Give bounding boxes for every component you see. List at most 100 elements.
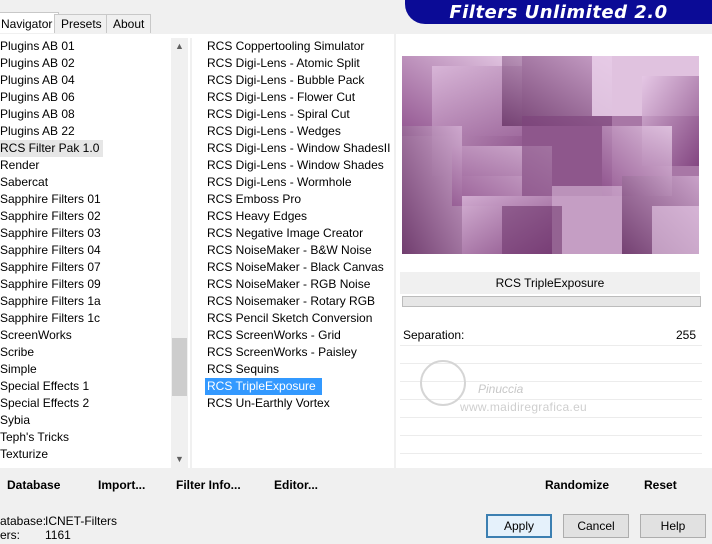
- filter-list: RCS Coppertooling Simulator RCS Digi-Lens…: [205, 38, 390, 412]
- filter-item[interactable]: RCS Digi-Lens - Atomic Split: [205, 55, 390, 72]
- param-divider: [400, 453, 702, 454]
- filter-item[interactable]: RCS Digi-Lens - Window Shades: [205, 157, 390, 174]
- category-item[interactable]: Plugins AB 02: [0, 55, 170, 72]
- category-item[interactable]: Special Effects 1: [0, 378, 170, 395]
- category-item[interactable]: Sapphire Filters 01: [0, 191, 170, 208]
- filter-item[interactable]: RCS Digi-Lens - Spiral Cut: [205, 106, 390, 123]
- category-label: Sybia: [0, 413, 31, 427]
- category-label: Sapphire Filters 07: [0, 260, 101, 274]
- help-button[interactable]: Help: [640, 514, 706, 538]
- category-item[interactable]: ScreenWorks: [0, 327, 170, 344]
- filter-item[interactable]: RCS Digi-Lens - Window ShadesII: [205, 140, 390, 157]
- filter-item[interactable]: RCS NoiseMaker - RGB Noise: [205, 276, 390, 293]
- param-row-separation[interactable]: Separation: 255: [400, 326, 702, 344]
- category-label: Sapphire Filters 01: [0, 192, 101, 206]
- category-item[interactable]: Plugins AB 06: [0, 89, 170, 106]
- reset-button[interactable]: Reset: [644, 478, 677, 492]
- category-item[interactable]: Sapphire Filters 1c: [0, 310, 170, 327]
- filter-item[interactable]: RCS Noisemaker - Rotary RGB: [205, 293, 390, 310]
- filter-item[interactable]: RCS Emboss Pro: [205, 191, 390, 208]
- filter-item[interactable]: RCS Negative Image Creator: [205, 225, 390, 242]
- category-item[interactable]: RCS Filter Pak 1.0: [0, 140, 170, 157]
- category-item[interactable]: Sapphire Filters 04: [0, 242, 170, 259]
- filter-item[interactable]: RCS TripleExposure: [205, 378, 390, 395]
- tab-about[interactable]: About: [106, 14, 152, 33]
- category-scrollbar[interactable]: ▲ ▼: [171, 38, 188, 468]
- category-item[interactable]: Plugins AB 22: [0, 123, 170, 140]
- filter-item[interactable]: RCS ScreenWorks - Paisley: [205, 344, 390, 361]
- category-label: RCS Filter Pak 1.0: [0, 140, 104, 157]
- database-label: atabase:: [0, 514, 47, 528]
- filter-label: RCS Digi-Lens - Wormhole: [207, 175, 352, 189]
- filter-item[interactable]: RCS Heavy Edges: [205, 208, 390, 225]
- filter-label: RCS Noisemaker - Rotary RGB: [207, 294, 376, 308]
- category-item[interactable]: Special Effects 2: [0, 395, 170, 412]
- right-button-bar: Randomize Reset: [401, 470, 707, 498]
- database-value: ICNET-Filters: [45, 514, 117, 528]
- filter-item[interactable]: RCS NoiseMaker - B&W Noise: [205, 242, 390, 259]
- category-item[interactable]: Sapphire Filters 07: [0, 259, 170, 276]
- editor-button[interactable]: Editor...: [274, 478, 318, 492]
- navigator-panel: Plugins AB 01 Plugins AB 02 Plugins AB 04 P…: [0, 34, 394, 468]
- category-item[interactable]: Sapphire Filters 02: [0, 208, 170, 225]
- tab-presets[interactable]: Presets: [54, 14, 109, 33]
- category-item[interactable]: Plugins AB 01: [0, 38, 170, 55]
- category-item[interactable]: Sabercat: [0, 174, 170, 191]
- apply-button[interactable]: Apply: [486, 514, 552, 538]
- category-label: Plugins AB 08: [0, 107, 75, 121]
- filter-label: RCS Digi-Lens - Spiral Cut: [207, 107, 350, 121]
- category-item[interactable]: Sapphire Filters 09: [0, 276, 170, 293]
- import-button[interactable]: Import...: [98, 478, 145, 492]
- cancel-button[interactable]: Cancel: [563, 514, 629, 538]
- category-item[interactable]: Plugins AB 08: [0, 106, 170, 123]
- category-list: Plugins AB 01 Plugins AB 02 Plugins AB 04 P…: [0, 38, 170, 463]
- category-item[interactable]: Plugins AB 04: [0, 72, 170, 89]
- filter-label: RCS NoiseMaker - Black Canvas: [207, 260, 384, 274]
- preview-pattern: [402, 56, 699, 254]
- database-button[interactable]: Database: [7, 478, 60, 492]
- scroll-down-icon[interactable]: ▼: [171, 451, 188, 468]
- tab-navigator[interactable]: Navigator: [0, 12, 60, 33]
- filter-item[interactable]: RCS Sequins: [205, 361, 390, 378]
- filter-item[interactable]: RCS Coppertooling Simulator: [205, 38, 390, 55]
- category-label: ScreenWorks: [0, 328, 72, 342]
- filter-item[interactable]: RCS Digi-Lens - Bubble Pack: [205, 72, 390, 89]
- filter-item[interactable]: RCS Digi-Lens - Wormhole: [205, 174, 390, 191]
- filter-label: RCS Digi-Lens - Bubble Pack: [207, 73, 365, 87]
- category-label: Plugins AB 04: [0, 73, 75, 87]
- filter-info-button[interactable]: Filter Info...: [176, 478, 241, 492]
- preview-panel: RCS TripleExposure Separation: 255: [396, 34, 712, 468]
- category-item[interactable]: Render: [0, 157, 170, 174]
- scroll-thumb[interactable]: [172, 338, 187, 396]
- filter-item[interactable]: RCS Pencil Sketch Conversion: [205, 310, 390, 327]
- category-item[interactable]: Texturize: [0, 446, 170, 463]
- filter-label: RCS Digi-Lens - Atomic Split: [207, 56, 360, 70]
- preview-image: [402, 56, 699, 254]
- app-title: Filters Unlimited 2.0: [449, 2, 668, 23]
- category-label: Sabercat: [0, 175, 49, 189]
- category-item[interactable]: Simple: [0, 361, 170, 378]
- category-item[interactable]: Teph's Tricks: [0, 429, 170, 446]
- filter-item[interactable]: RCS ScreenWorks - Grid: [205, 327, 390, 344]
- param-divider: [400, 417, 702, 418]
- category-label: Simple: [0, 362, 37, 376]
- category-item[interactable]: Scribe: [0, 344, 170, 361]
- filter-label: RCS Heavy Edges: [207, 209, 308, 223]
- filter-label: RCS TripleExposure: [205, 378, 322, 395]
- filter-label: RCS ScreenWorks - Paisley: [207, 345, 357, 359]
- category-item[interactable]: Sybia: [0, 412, 170, 429]
- randomize-button[interactable]: Randomize: [545, 478, 609, 492]
- param-divider: [400, 363, 702, 364]
- filter-item[interactable]: RCS Un-Earthly Vortex: [205, 395, 390, 412]
- filter-label: RCS Digi-Lens - Window ShadesII: [207, 141, 391, 155]
- filter-label: RCS Digi-Lens - Wedges: [207, 124, 341, 138]
- category-item[interactable]: Sapphire Filters 1a: [0, 293, 170, 310]
- category-label: Sapphire Filters 1a: [0, 294, 101, 308]
- scroll-up-icon[interactable]: ▲: [171, 38, 188, 55]
- filter-item[interactable]: RCS Digi-Lens - Flower Cut: [205, 89, 390, 106]
- category-label: Plugins AB 02: [0, 56, 75, 70]
- filter-item[interactable]: RCS Digi-Lens - Wedges: [205, 123, 390, 140]
- category-label: Texturize: [0, 447, 49, 461]
- filter-item[interactable]: RCS NoiseMaker - Black Canvas: [205, 259, 390, 276]
- category-item[interactable]: Sapphire Filters 03: [0, 225, 170, 242]
